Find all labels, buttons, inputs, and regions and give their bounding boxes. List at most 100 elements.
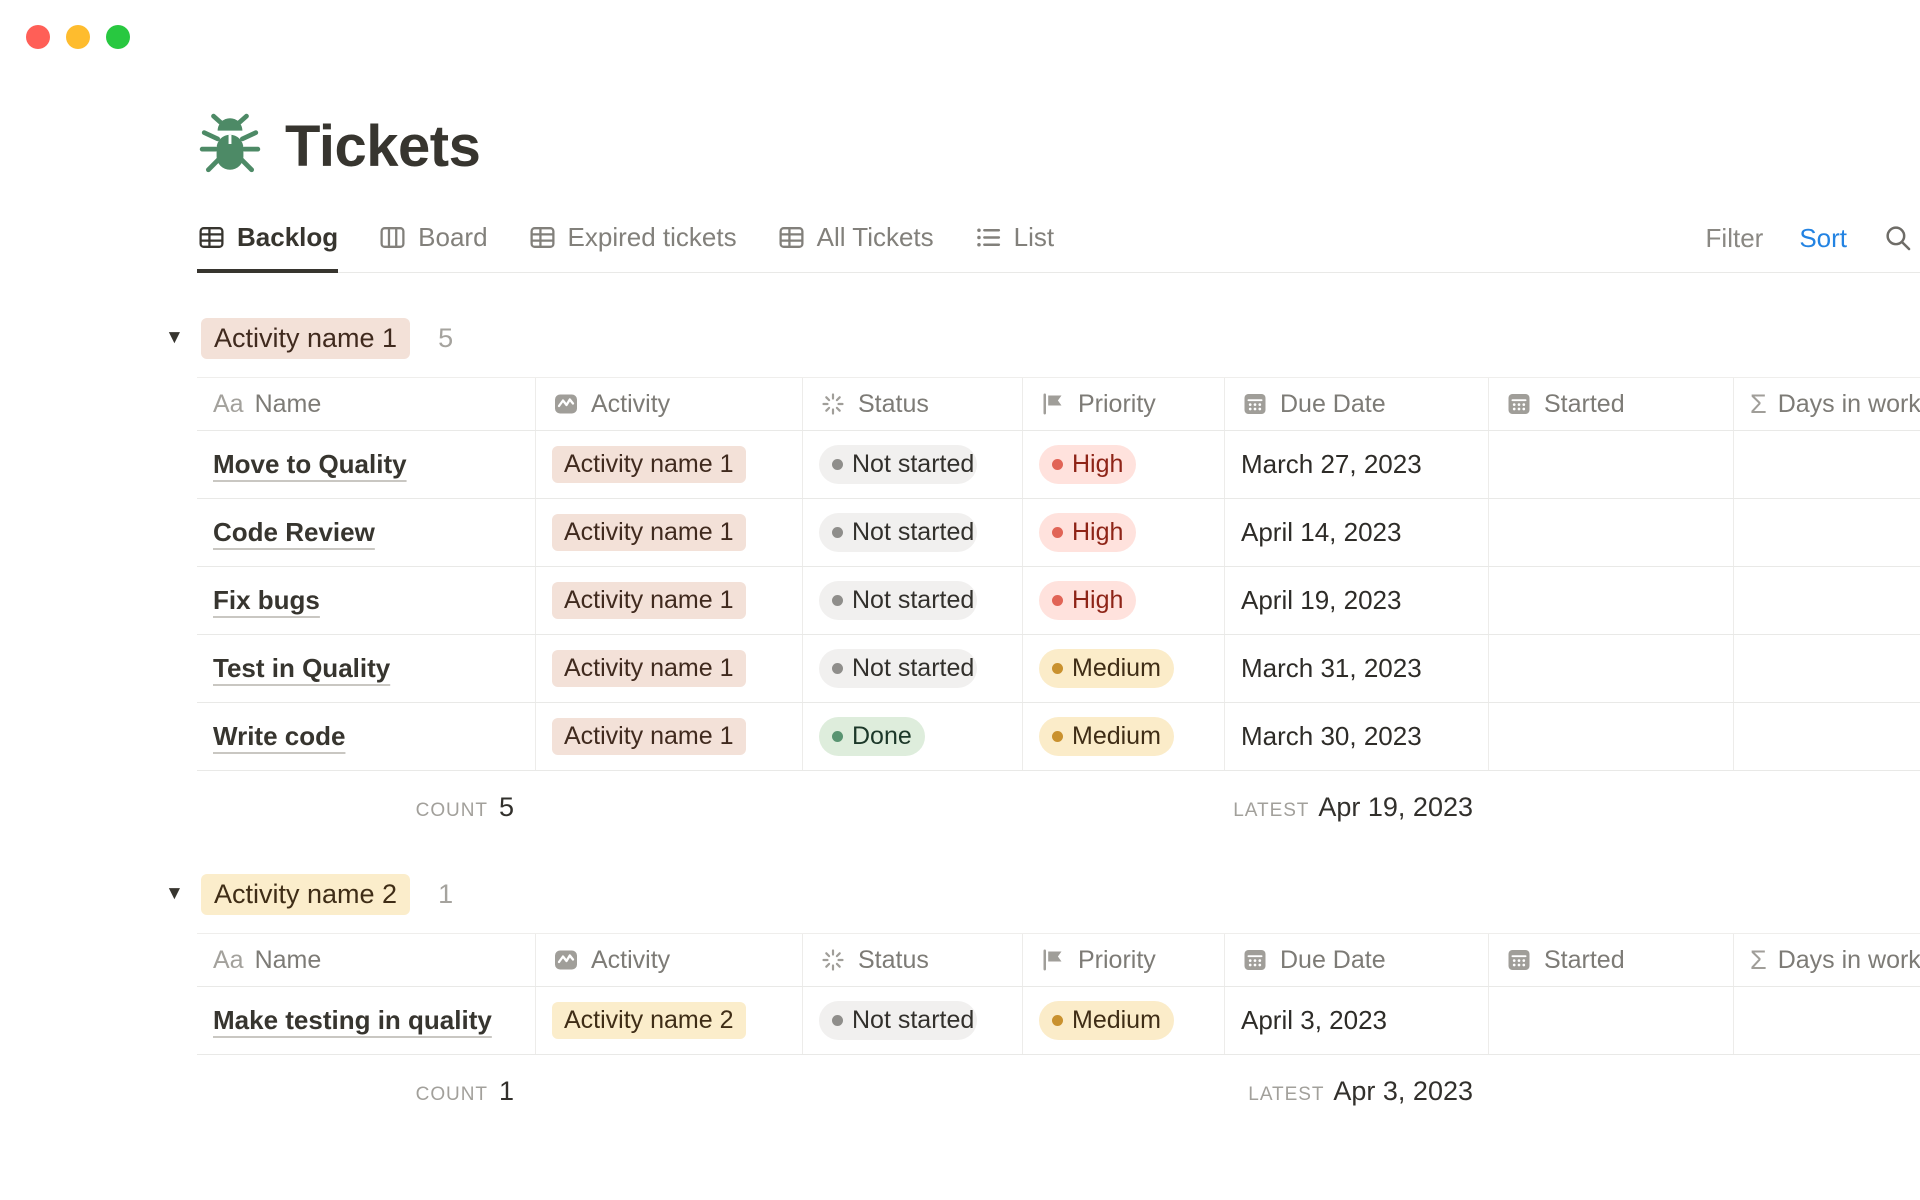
group-tag[interactable]: Activity name 1 (201, 318, 410, 359)
count-aggregate[interactable]: COUNT 5 (197, 792, 536, 823)
activity-cell[interactable]: Activity name 1 (536, 703, 803, 770)
status-cell[interactable]: Not started (803, 567, 1023, 634)
due-date-cell[interactable]: April 3, 2023 (1225, 987, 1489, 1054)
minimize-window-button[interactable] (66, 25, 90, 49)
due-date-cell[interactable]: March 30, 2023 (1225, 703, 1489, 770)
column-header-activity[interactable]: Activity (536, 934, 803, 986)
groups: ▼ Activity name 1 5 AaNameActivityStatus… (197, 313, 1920, 1127)
activity-cell[interactable]: Activity name 1 (536, 567, 803, 634)
ticket-name-link[interactable]: Fix bugs (213, 585, 320, 616)
started-cell[interactable] (1489, 635, 1734, 702)
days-in-work-cell[interactable] (1734, 987, 1920, 1054)
ticket-name-link[interactable]: Write code (213, 721, 345, 752)
latest-value: Apr 3, 2023 (1333, 1076, 1473, 1107)
due-date-cell[interactable]: April 14, 2023 (1225, 499, 1489, 566)
priority-dot (1052, 527, 1063, 538)
group-tag[interactable]: Activity name 2 (201, 874, 410, 915)
page-title[interactable]: Tickets (285, 113, 480, 180)
column-header-priority[interactable]: Priority (1023, 934, 1225, 986)
status-cell[interactable]: Done (803, 703, 1023, 770)
column-label: Started (1544, 390, 1625, 419)
name-cell[interactable]: Make testing in quality (197, 987, 536, 1054)
status-cell[interactable]: Not started (803, 431, 1023, 498)
column-header-days-in-work[interactable]: ΣDays in work (1734, 934, 1920, 986)
status-cell[interactable]: Not started (803, 987, 1023, 1054)
activity-cell[interactable]: Activity name 1 (536, 431, 803, 498)
days-in-work-cell[interactable] (1734, 431, 1920, 498)
tab-board[interactable]: Board (378, 222, 487, 273)
view-tabs: Backlog Board Expired tickets All Ticket… (197, 222, 1054, 272)
priority-cell[interactable]: Medium (1023, 703, 1225, 770)
column-header-started[interactable]: Started (1489, 934, 1734, 986)
status-dot (832, 459, 843, 470)
started-cell[interactable] (1489, 431, 1734, 498)
column-header-name[interactable]: AaName (197, 934, 536, 986)
column-header-name[interactable]: AaName (197, 378, 536, 430)
name-cell[interactable]: Fix bugs (197, 567, 536, 634)
days-in-work-cell[interactable] (1734, 703, 1920, 770)
column-header-status[interactable]: Status (803, 934, 1023, 986)
status-spinner-icon (819, 390, 847, 418)
priority-text: Medium (1072, 654, 1161, 683)
activity-cell[interactable]: Activity name 2 (536, 987, 803, 1054)
days-in-work-cell[interactable] (1734, 567, 1920, 634)
column-header-due-date[interactable]: Due Date (1225, 934, 1489, 986)
column-label: Name (255, 390, 322, 419)
ticket-name-link[interactable]: Test in Quality (213, 653, 390, 684)
search-icon[interactable] (1883, 223, 1914, 254)
started-cell[interactable] (1489, 987, 1734, 1054)
name-cell[interactable]: Code Review (197, 499, 536, 566)
status-dot (832, 663, 843, 674)
tab-all-tickets[interactable]: All Tickets (777, 222, 934, 273)
column-header-activity[interactable]: Activity (536, 378, 803, 430)
due-date-cell[interactable]: April 19, 2023 (1225, 567, 1489, 634)
tab-expired-tickets[interactable]: Expired tickets (528, 222, 737, 273)
started-cell[interactable] (1489, 703, 1734, 770)
column-header-priority[interactable]: Priority (1023, 378, 1225, 430)
activity-cell[interactable]: Activity name 1 (536, 635, 803, 702)
name-cell[interactable]: Move to Quality (197, 431, 536, 498)
latest-aggregate[interactable]: LATEST Apr 19, 2023 (1225, 792, 1489, 823)
status-cell[interactable]: Not started (803, 499, 1023, 566)
column-header-due-date[interactable]: Due Date (1225, 378, 1489, 430)
due-date-cell[interactable]: March 27, 2023 (1225, 431, 1489, 498)
status-pill: Not started (819, 1001, 977, 1040)
tab-list[interactable]: List (974, 222, 1054, 273)
started-cell[interactable] (1489, 499, 1734, 566)
ticket-name-link[interactable]: Move to Quality (213, 449, 407, 480)
started-cell[interactable] (1489, 567, 1734, 634)
ticket-group: ▼ Activity name 2 1 AaNameActivityStatus… (197, 869, 1920, 1127)
zoom-window-button[interactable] (106, 25, 130, 49)
count-value: 5 (499, 792, 514, 823)
chevron-down-icon[interactable]: ▼ (165, 327, 189, 349)
close-window-button[interactable] (26, 25, 50, 49)
latest-aggregate[interactable]: LATEST Apr 3, 2023 (1225, 1076, 1489, 1107)
status-spinner-icon (819, 946, 847, 974)
column-header-started[interactable]: Started (1489, 378, 1734, 430)
priority-cell[interactable]: High (1023, 499, 1225, 566)
column-label: Status (858, 946, 929, 975)
ticket-name-link[interactable]: Code Review (213, 517, 375, 548)
priority-pill: High (1039, 581, 1136, 620)
status-cell[interactable]: Not started (803, 635, 1023, 702)
sort-button[interactable]: Sort (1799, 223, 1847, 254)
name-cell[interactable]: Test in Quality (197, 635, 536, 702)
column-header-status[interactable]: Status (803, 378, 1023, 430)
activity-cell[interactable]: Activity name 1 (536, 499, 803, 566)
priority-cell[interactable]: High (1023, 567, 1225, 634)
ticket-name-link[interactable]: Make testing in quality (213, 1005, 492, 1036)
priority-cell[interactable]: Medium (1023, 635, 1225, 702)
due-date-cell[interactable]: March 31, 2023 (1225, 635, 1489, 702)
activity-relation-icon (552, 946, 580, 974)
count-aggregate[interactable]: COUNT 1 (197, 1076, 536, 1107)
filter-button[interactable]: Filter (1706, 223, 1764, 254)
name-cell[interactable]: Write code (197, 703, 536, 770)
chevron-down-icon[interactable]: ▼ (165, 883, 189, 905)
status-pill: Done (819, 717, 925, 756)
days-in-work-cell[interactable] (1734, 499, 1920, 566)
column-header-days-in-work[interactable]: ΣDays in work (1734, 378, 1920, 430)
tab-backlog[interactable]: Backlog (197, 222, 338, 273)
priority-cell[interactable]: Medium (1023, 987, 1225, 1054)
days-in-work-cell[interactable] (1734, 635, 1920, 702)
priority-cell[interactable]: High (1023, 431, 1225, 498)
